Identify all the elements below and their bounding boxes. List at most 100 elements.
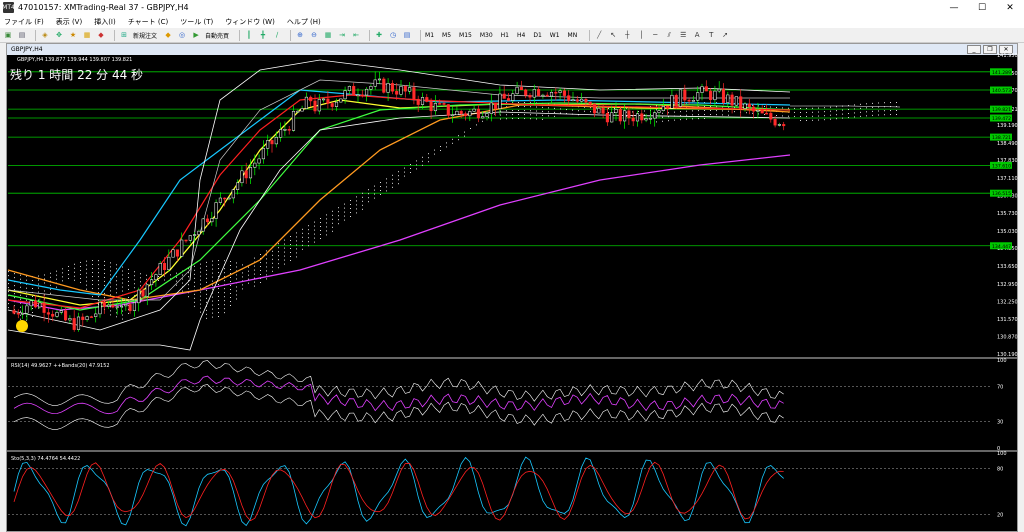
candle-body [528, 94, 532, 98]
cloud-dot [308, 225, 309, 227]
cloud-dot [224, 288, 225, 290]
cloud-dot [140, 277, 141, 279]
cloud-dot [548, 115, 549, 117]
cloud-dot [230, 280, 231, 282]
cloud-dot [218, 296, 219, 298]
cloud-dot [74, 263, 75, 265]
cloud-dot [272, 262, 273, 264]
cloud-dot [56, 286, 57, 288]
cloud-dot [194, 265, 195, 267]
cloud-dot [110, 314, 111, 316]
cloud-dot [872, 102, 873, 104]
cloud-dot [86, 272, 87, 274]
candle-body [25, 305, 29, 314]
cloud-dot [818, 119, 819, 121]
cloud-dot [254, 269, 255, 271]
cloud-dot [212, 300, 213, 302]
candle-body [158, 263, 162, 275]
cloud-dot [890, 114, 891, 116]
candle-body [266, 140, 270, 149]
candle-body [562, 90, 566, 96]
cloud-dot [356, 200, 357, 202]
cloud-dot [344, 211, 345, 213]
cloud-dot [8, 283, 9, 285]
cloud-dot [296, 236, 297, 238]
cloud-dot [434, 149, 435, 151]
candle-body [674, 94, 678, 107]
cloud-dot [266, 250, 267, 252]
cloud-dot [416, 160, 417, 162]
cloud-dot [686, 118, 687, 120]
candle-body [395, 90, 399, 95]
cloud-dot [662, 112, 663, 114]
cloud-dot [368, 201, 369, 203]
cloud-dot [512, 114, 513, 116]
cloud-dot [770, 106, 771, 108]
cloud-dot [518, 114, 519, 116]
cloud-dot [128, 296, 129, 298]
cloud-dot [224, 272, 225, 274]
cloud-dot [20, 314, 21, 316]
cloud-dot [92, 288, 93, 290]
candle-body [683, 89, 687, 101]
candle-body [554, 91, 558, 94]
cloud-dot [98, 276, 99, 278]
cloud-dot [290, 252, 291, 253]
candle-body [524, 89, 528, 96]
cloud-dot [566, 109, 567, 111]
candle-body [309, 96, 313, 102]
cloud-dot [842, 113, 843, 115]
cloud-dot [218, 260, 219, 262]
rsi-label: RSI(14) 49.9627 ++Bands(20) 47.9152 [11, 363, 110, 369]
cloud-dot [116, 316, 117, 318]
cloud-dot [224, 268, 225, 270]
cloud-dot [38, 283, 39, 285]
cloud-dot [440, 146, 441, 147]
cloud-dot [290, 240, 291, 241]
cloud-dot [818, 115, 819, 117]
cloud-dot [104, 268, 105, 270]
cloud-dot [14, 273, 15, 275]
cloud-dot [218, 316, 219, 318]
cloud-dot [260, 274, 261, 275]
cloud-dot [230, 288, 231, 290]
cloud-dot [866, 103, 867, 105]
cloud-dot [836, 118, 837, 120]
cloud-dot [518, 118, 519, 120]
cloud-dot [182, 290, 183, 292]
cloud-dot [74, 275, 75, 277]
candle-body [571, 99, 575, 101]
candle-body [614, 109, 618, 113]
cloud-dot [74, 271, 75, 273]
candle-body [760, 110, 764, 114]
cloud-dot [596, 111, 597, 113]
candle-body [756, 110, 760, 112]
cloud-dot [62, 272, 63, 274]
cloud-dot [116, 288, 117, 290]
cloud-dot [806, 115, 807, 117]
cloud-dot [188, 276, 189, 278]
cloud-dot [236, 298, 237, 300]
level-tag-label: 139.821 [992, 107, 1011, 113]
cloud-dot [320, 234, 321, 235]
price-tick-label: 132.250 [997, 300, 1018, 306]
cloud-dot [428, 157, 429, 159]
cloud-dot [86, 260, 87, 262]
rsi-axis-label: 30 [997, 420, 1003, 426]
cloud-dot [452, 142, 453, 144]
candle-body [154, 274, 158, 280]
candle-body [244, 170, 248, 179]
cloud-dot [272, 270, 273, 272]
cloud-dot [542, 114, 543, 116]
candle-body [696, 92, 700, 101]
cloud-dot [506, 114, 507, 116]
cloud-dot [86, 276, 87, 278]
cloud-dot [116, 276, 117, 278]
cloud-dot [38, 299, 39, 301]
candle-body [425, 97, 429, 102]
cloud-dot [128, 272, 129, 274]
cloud-dot [188, 272, 189, 274]
price-chart-canvas[interactable]: 141.950141.250140.570139.821139.190138.4… [0, 0, 1024, 532]
candle-body [601, 107, 605, 114]
cloud-dot [8, 303, 9, 305]
